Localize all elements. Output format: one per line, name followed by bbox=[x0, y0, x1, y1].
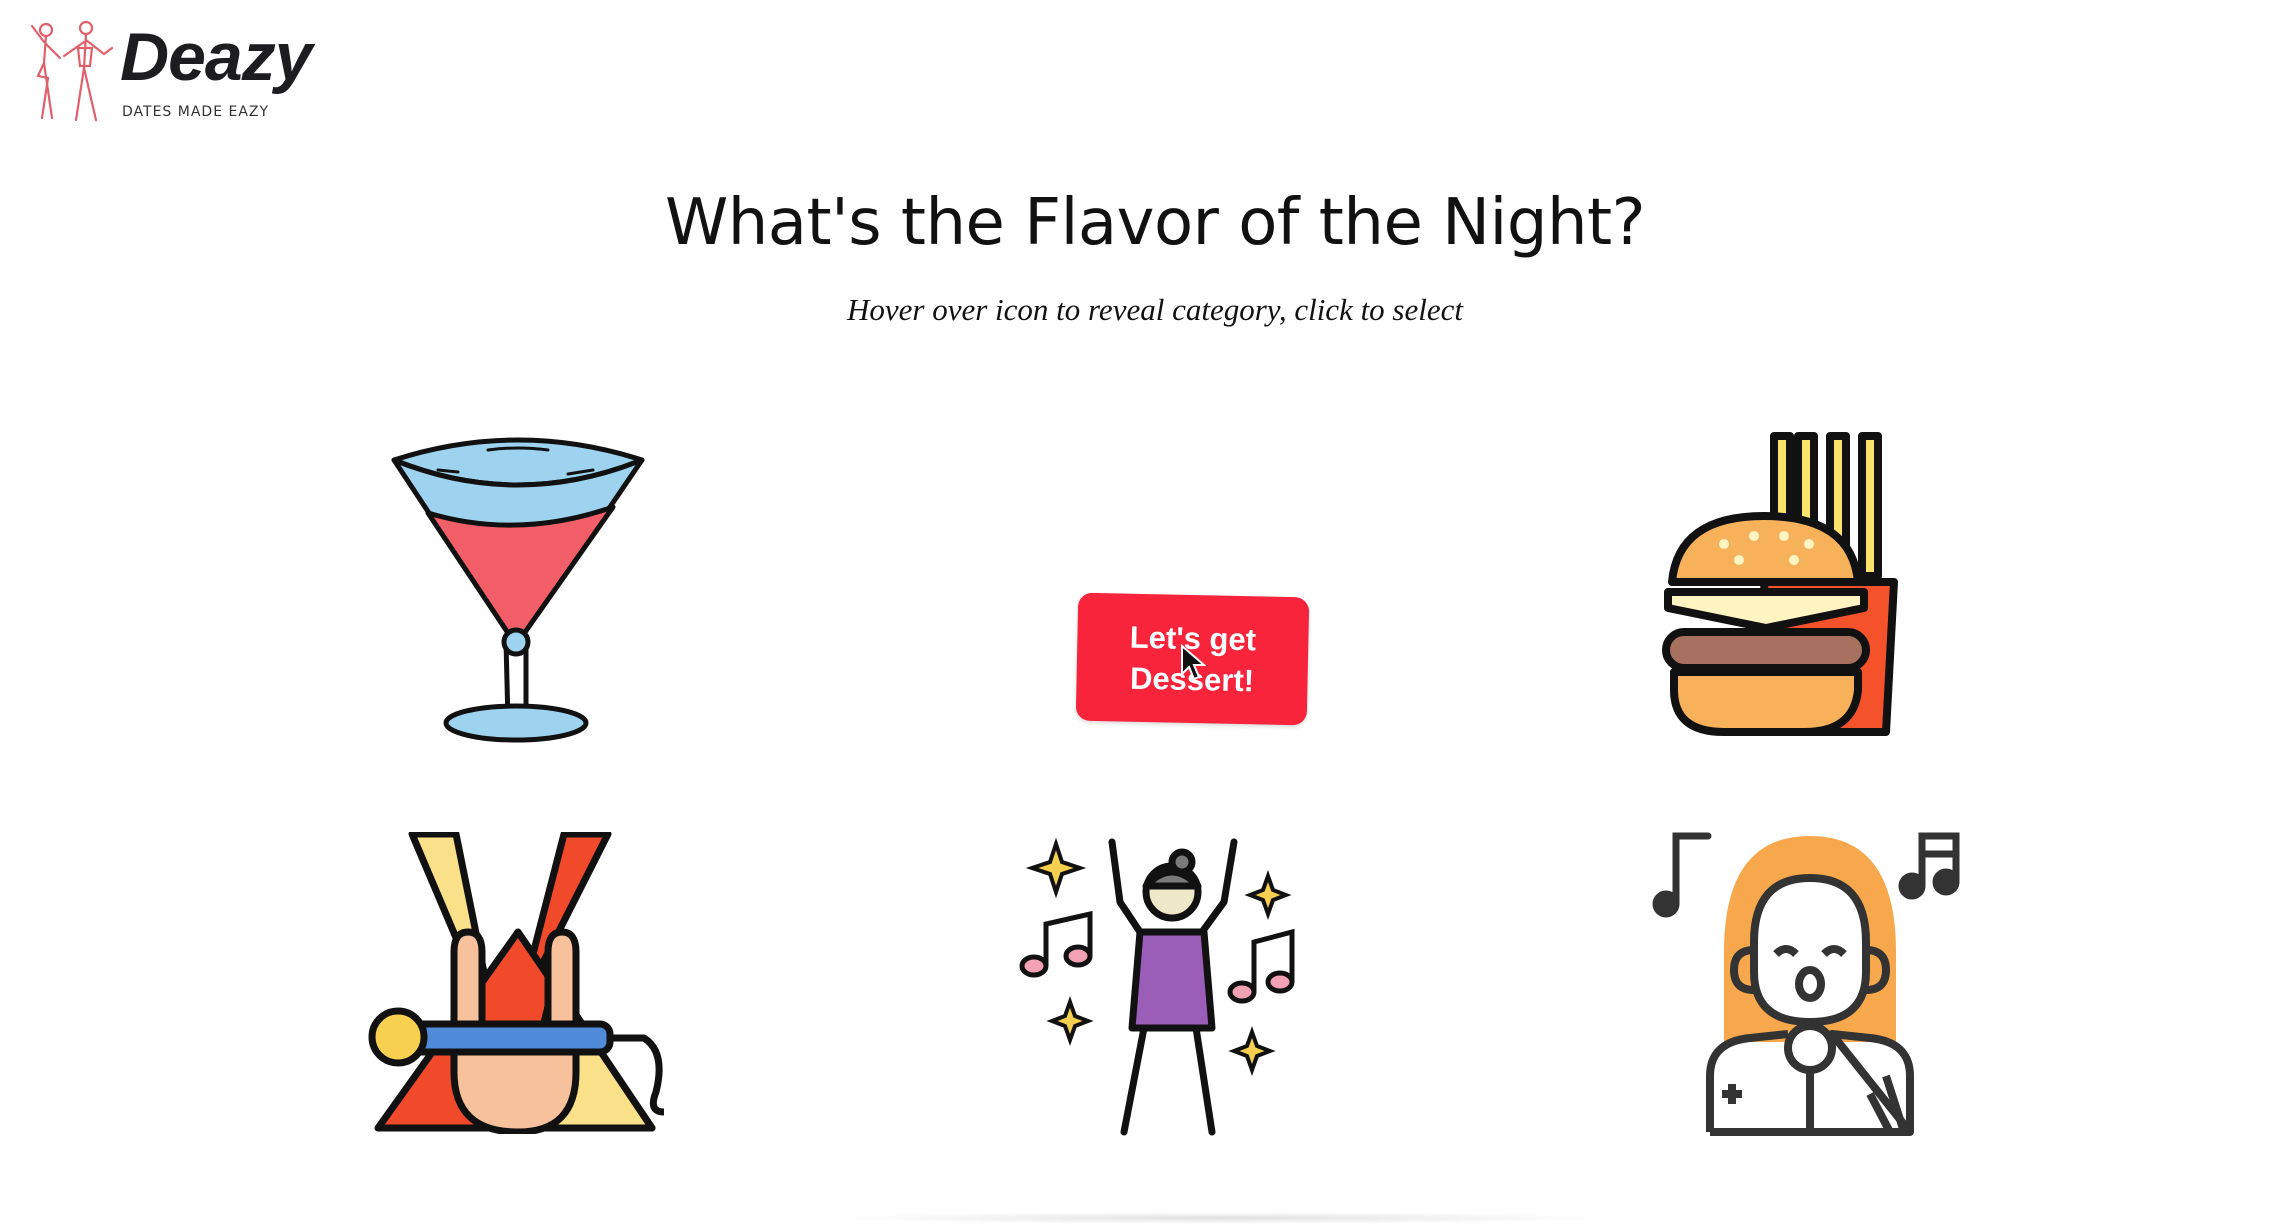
page-subtitle: Hover over icon to reveal category, clic… bbox=[846, 292, 1464, 327]
concert-category[interactable] bbox=[368, 832, 664, 1134]
burger-fries-icon bbox=[1662, 432, 1898, 736]
fast-food-category[interactable] bbox=[1654, 432, 1964, 740]
cocktail-glass-icon bbox=[391, 437, 645, 743]
karaoke-singer-icon bbox=[1652, 832, 1960, 1136]
brand-logo[interactable]: Deazy DATES MADE EAZY bbox=[24, 18, 324, 128]
footer-shadow bbox=[830, 1212, 1610, 1224]
karaoke-category[interactable] bbox=[1650, 832, 1960, 1138]
page-title: What's the Flavor of the Night? bbox=[664, 186, 1646, 260]
cocktail-category[interactable] bbox=[388, 430, 648, 748]
dancing-couple-icon bbox=[30, 20, 114, 122]
rock-concert-icon bbox=[368, 832, 664, 1134]
brand-tagline: DATES MADE EAZY bbox=[122, 104, 270, 120]
dancing-category[interactable] bbox=[1016, 832, 1306, 1138]
dancing-party-icon bbox=[1019, 837, 1295, 1136]
brand-name: Deazy bbox=[120, 19, 313, 95]
dessert-category-button[interactable]: Let's get Dessert! bbox=[1075, 592, 1310, 726]
